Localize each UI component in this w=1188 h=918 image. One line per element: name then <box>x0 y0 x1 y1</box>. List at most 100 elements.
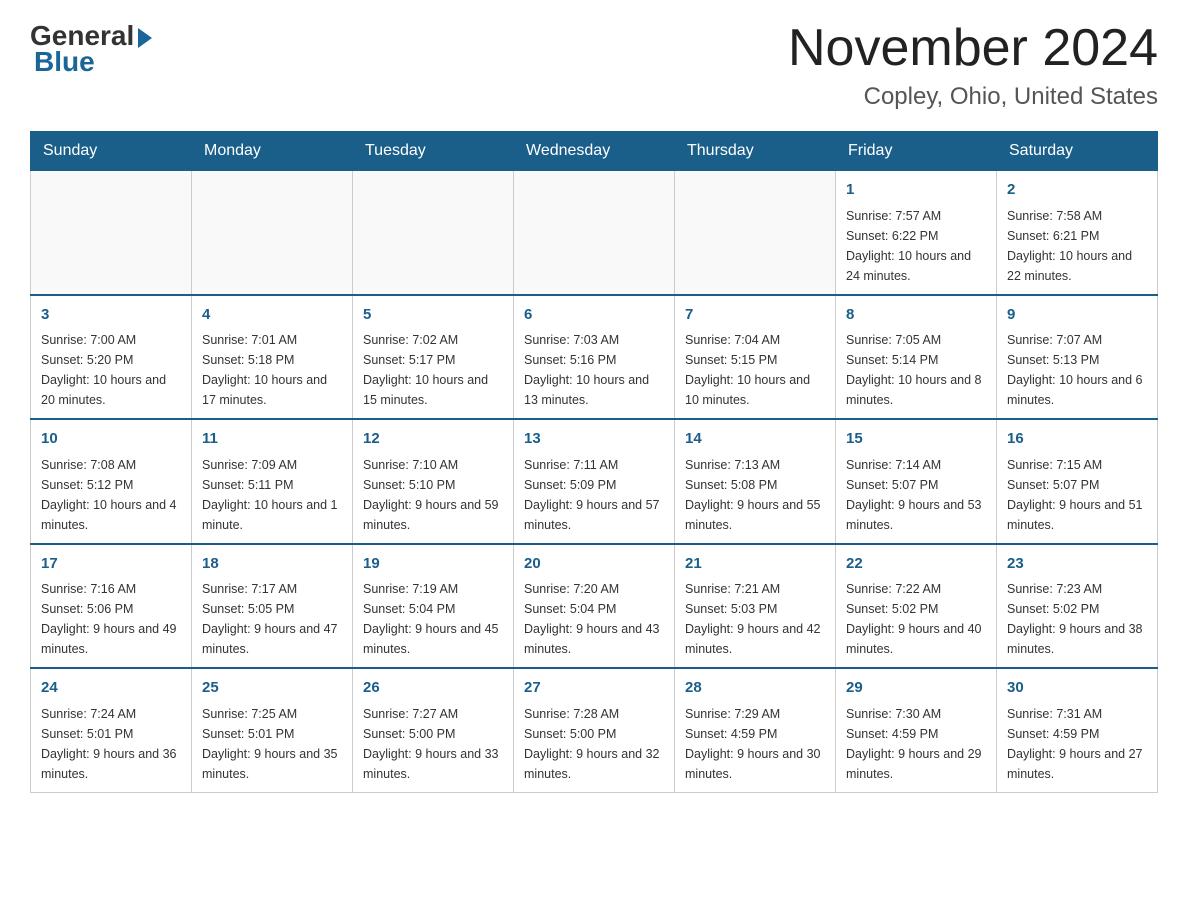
daylight-text: Daylight: 9 hours and 35 minutes. <box>202 744 342 784</box>
daylight-text: Daylight: 9 hours and 40 minutes. <box>846 619 986 659</box>
calendar-cell: 11 Sunrise: 7:09 AM Sunset: 5:11 PM Dayl… <box>192 419 353 544</box>
header-saturday: Saturday <box>997 132 1158 171</box>
sunrise-text: Sunrise: 7:02 AM <box>363 330 503 350</box>
daylight-text: Daylight: 10 hours and 10 minutes. <box>685 370 825 410</box>
sunset-text: Sunset: 5:01 PM <box>41 724 181 744</box>
day-number: 2 <box>1007 179 1147 202</box>
calendar-cell: 23 Sunrise: 7:23 AM Sunset: 5:02 PM Dayl… <box>997 544 1158 669</box>
daylight-text: Daylight: 9 hours and 36 minutes. <box>41 744 181 784</box>
sunrise-text: Sunrise: 7:03 AM <box>524 330 664 350</box>
sunset-text: Sunset: 5:09 PM <box>524 475 664 495</box>
calendar-subtitle: Copley, Ohio, United States <box>788 83 1158 111</box>
daylight-text: Daylight: 10 hours and 22 minutes. <box>1007 246 1147 286</box>
sunset-text: Sunset: 5:02 PM <box>1007 599 1147 619</box>
sunrise-text: Sunrise: 7:27 AM <box>363 704 503 724</box>
daylight-text: Daylight: 10 hours and 17 minutes. <box>202 370 342 410</box>
sunrise-text: Sunrise: 7:11 AM <box>524 455 664 475</box>
day-info: Sunrise: 7:10 AM Sunset: 5:10 PM Dayligh… <box>363 455 503 535</box>
day-info: Sunrise: 7:11 AM Sunset: 5:09 PM Dayligh… <box>524 455 664 535</box>
calendar-cell: 24 Sunrise: 7:24 AM Sunset: 5:01 PM Dayl… <box>31 668 192 792</box>
calendar-cell: 18 Sunrise: 7:17 AM Sunset: 5:05 PM Dayl… <box>192 544 353 669</box>
day-number: 7 <box>685 304 825 327</box>
day-number: 25 <box>202 677 342 700</box>
day-info: Sunrise: 7:58 AM Sunset: 6:21 PM Dayligh… <box>1007 206 1147 286</box>
day-number: 27 <box>524 677 664 700</box>
calendar-cell: 19 Sunrise: 7:19 AM Sunset: 5:04 PM Dayl… <box>353 544 514 669</box>
day-number: 19 <box>363 553 503 576</box>
day-info: Sunrise: 7:31 AM Sunset: 4:59 PM Dayligh… <box>1007 704 1147 784</box>
calendar-week-1: 1 Sunrise: 7:57 AM Sunset: 6:22 PM Dayli… <box>31 171 1158 295</box>
calendar-cell: 12 Sunrise: 7:10 AM Sunset: 5:10 PM Dayl… <box>353 419 514 544</box>
calendar-cell: 25 Sunrise: 7:25 AM Sunset: 5:01 PM Dayl… <box>192 668 353 792</box>
calendar-cell: 5 Sunrise: 7:02 AM Sunset: 5:17 PM Dayli… <box>353 295 514 420</box>
header-thursday: Thursday <box>675 132 836 171</box>
calendar-cell: 29 Sunrise: 7:30 AM Sunset: 4:59 PM Dayl… <box>836 668 997 792</box>
sunset-text: Sunset: 5:06 PM <box>41 599 181 619</box>
calendar-cell: 10 Sunrise: 7:08 AM Sunset: 5:12 PM Dayl… <box>31 419 192 544</box>
sunset-text: Sunset: 5:00 PM <box>363 724 503 744</box>
sunset-text: Sunset: 5:04 PM <box>524 599 664 619</box>
day-info: Sunrise: 7:57 AM Sunset: 6:22 PM Dayligh… <box>846 206 986 286</box>
day-number: 3 <box>41 304 181 327</box>
day-info: Sunrise: 7:28 AM Sunset: 5:00 PM Dayligh… <box>524 704 664 784</box>
calendar-table: Sunday Monday Tuesday Wednesday Thursday… <box>30 131 1158 793</box>
daylight-text: Daylight: 10 hours and 1 minute. <box>202 495 342 535</box>
sunrise-text: Sunrise: 7:16 AM <box>41 579 181 599</box>
calendar-cell: 16 Sunrise: 7:15 AM Sunset: 5:07 PM Dayl… <box>997 419 1158 544</box>
calendar-cell <box>353 171 514 295</box>
sunset-text: Sunset: 5:18 PM <box>202 350 342 370</box>
day-info: Sunrise: 7:14 AM Sunset: 5:07 PM Dayligh… <box>846 455 986 535</box>
daylight-text: Daylight: 10 hours and 15 minutes. <box>363 370 503 410</box>
day-number: 29 <box>846 677 986 700</box>
daylight-text: Daylight: 9 hours and 51 minutes. <box>1007 495 1147 535</box>
calendar-cell: 6 Sunrise: 7:03 AM Sunset: 5:16 PM Dayli… <box>514 295 675 420</box>
sunrise-text: Sunrise: 7:25 AM <box>202 704 342 724</box>
day-number: 6 <box>524 304 664 327</box>
sunrise-text: Sunrise: 7:28 AM <box>524 704 664 724</box>
day-number: 5 <box>363 304 503 327</box>
sunrise-text: Sunrise: 7:29 AM <box>685 704 825 724</box>
sunset-text: Sunset: 5:20 PM <box>41 350 181 370</box>
header-friday: Friday <box>836 132 997 171</box>
day-info: Sunrise: 7:01 AM Sunset: 5:18 PM Dayligh… <box>202 330 342 410</box>
day-info: Sunrise: 7:08 AM Sunset: 5:12 PM Dayligh… <box>41 455 181 535</box>
sunrise-text: Sunrise: 7:00 AM <box>41 330 181 350</box>
day-info: Sunrise: 7:00 AM Sunset: 5:20 PM Dayligh… <box>41 330 181 410</box>
daylight-text: Daylight: 9 hours and 38 minutes. <box>1007 619 1147 659</box>
sunset-text: Sunset: 5:16 PM <box>524 350 664 370</box>
sunrise-text: Sunrise: 7:14 AM <box>846 455 986 475</box>
day-info: Sunrise: 7:05 AM Sunset: 5:14 PM Dayligh… <box>846 330 986 410</box>
daylight-text: Daylight: 9 hours and 27 minutes. <box>1007 744 1147 784</box>
day-number: 1 <box>846 179 986 202</box>
sunrise-text: Sunrise: 7:15 AM <box>1007 455 1147 475</box>
day-number: 18 <box>202 553 342 576</box>
day-info: Sunrise: 7:02 AM Sunset: 5:17 PM Dayligh… <box>363 330 503 410</box>
day-number: 16 <box>1007 428 1147 451</box>
day-number: 12 <box>363 428 503 451</box>
sunrise-text: Sunrise: 7:21 AM <box>685 579 825 599</box>
calendar-cell <box>192 171 353 295</box>
sunrise-text: Sunrise: 7:22 AM <box>846 579 986 599</box>
day-number: 17 <box>41 553 181 576</box>
day-number: 20 <box>524 553 664 576</box>
daylight-text: Daylight: 9 hours and 42 minutes. <box>685 619 825 659</box>
calendar-cell: 4 Sunrise: 7:01 AM Sunset: 5:18 PM Dayli… <box>192 295 353 420</box>
sunset-text: Sunset: 5:10 PM <box>363 475 503 495</box>
sunset-text: Sunset: 5:13 PM <box>1007 350 1147 370</box>
sunrise-text: Sunrise: 7:13 AM <box>685 455 825 475</box>
day-number: 11 <box>202 428 342 451</box>
day-info: Sunrise: 7:09 AM Sunset: 5:11 PM Dayligh… <box>202 455 342 535</box>
day-number: 28 <box>685 677 825 700</box>
day-info: Sunrise: 7:15 AM Sunset: 5:07 PM Dayligh… <box>1007 455 1147 535</box>
sunset-text: Sunset: 6:22 PM <box>846 226 986 246</box>
day-number: 10 <box>41 428 181 451</box>
daylight-text: Daylight: 10 hours and 13 minutes. <box>524 370 664 410</box>
sunrise-text: Sunrise: 7:08 AM <box>41 455 181 475</box>
calendar-cell: 3 Sunrise: 7:00 AM Sunset: 5:20 PM Dayli… <box>31 295 192 420</box>
daylight-text: Daylight: 9 hours and 59 minutes. <box>363 495 503 535</box>
title-section: November 2024 Copley, Ohio, United State… <box>788 20 1158 111</box>
sunrise-text: Sunrise: 7:07 AM <box>1007 330 1147 350</box>
daylight-text: Daylight: 9 hours and 33 minutes. <box>363 744 503 784</box>
day-info: Sunrise: 7:07 AM Sunset: 5:13 PM Dayligh… <box>1007 330 1147 410</box>
day-number: 8 <box>846 304 986 327</box>
